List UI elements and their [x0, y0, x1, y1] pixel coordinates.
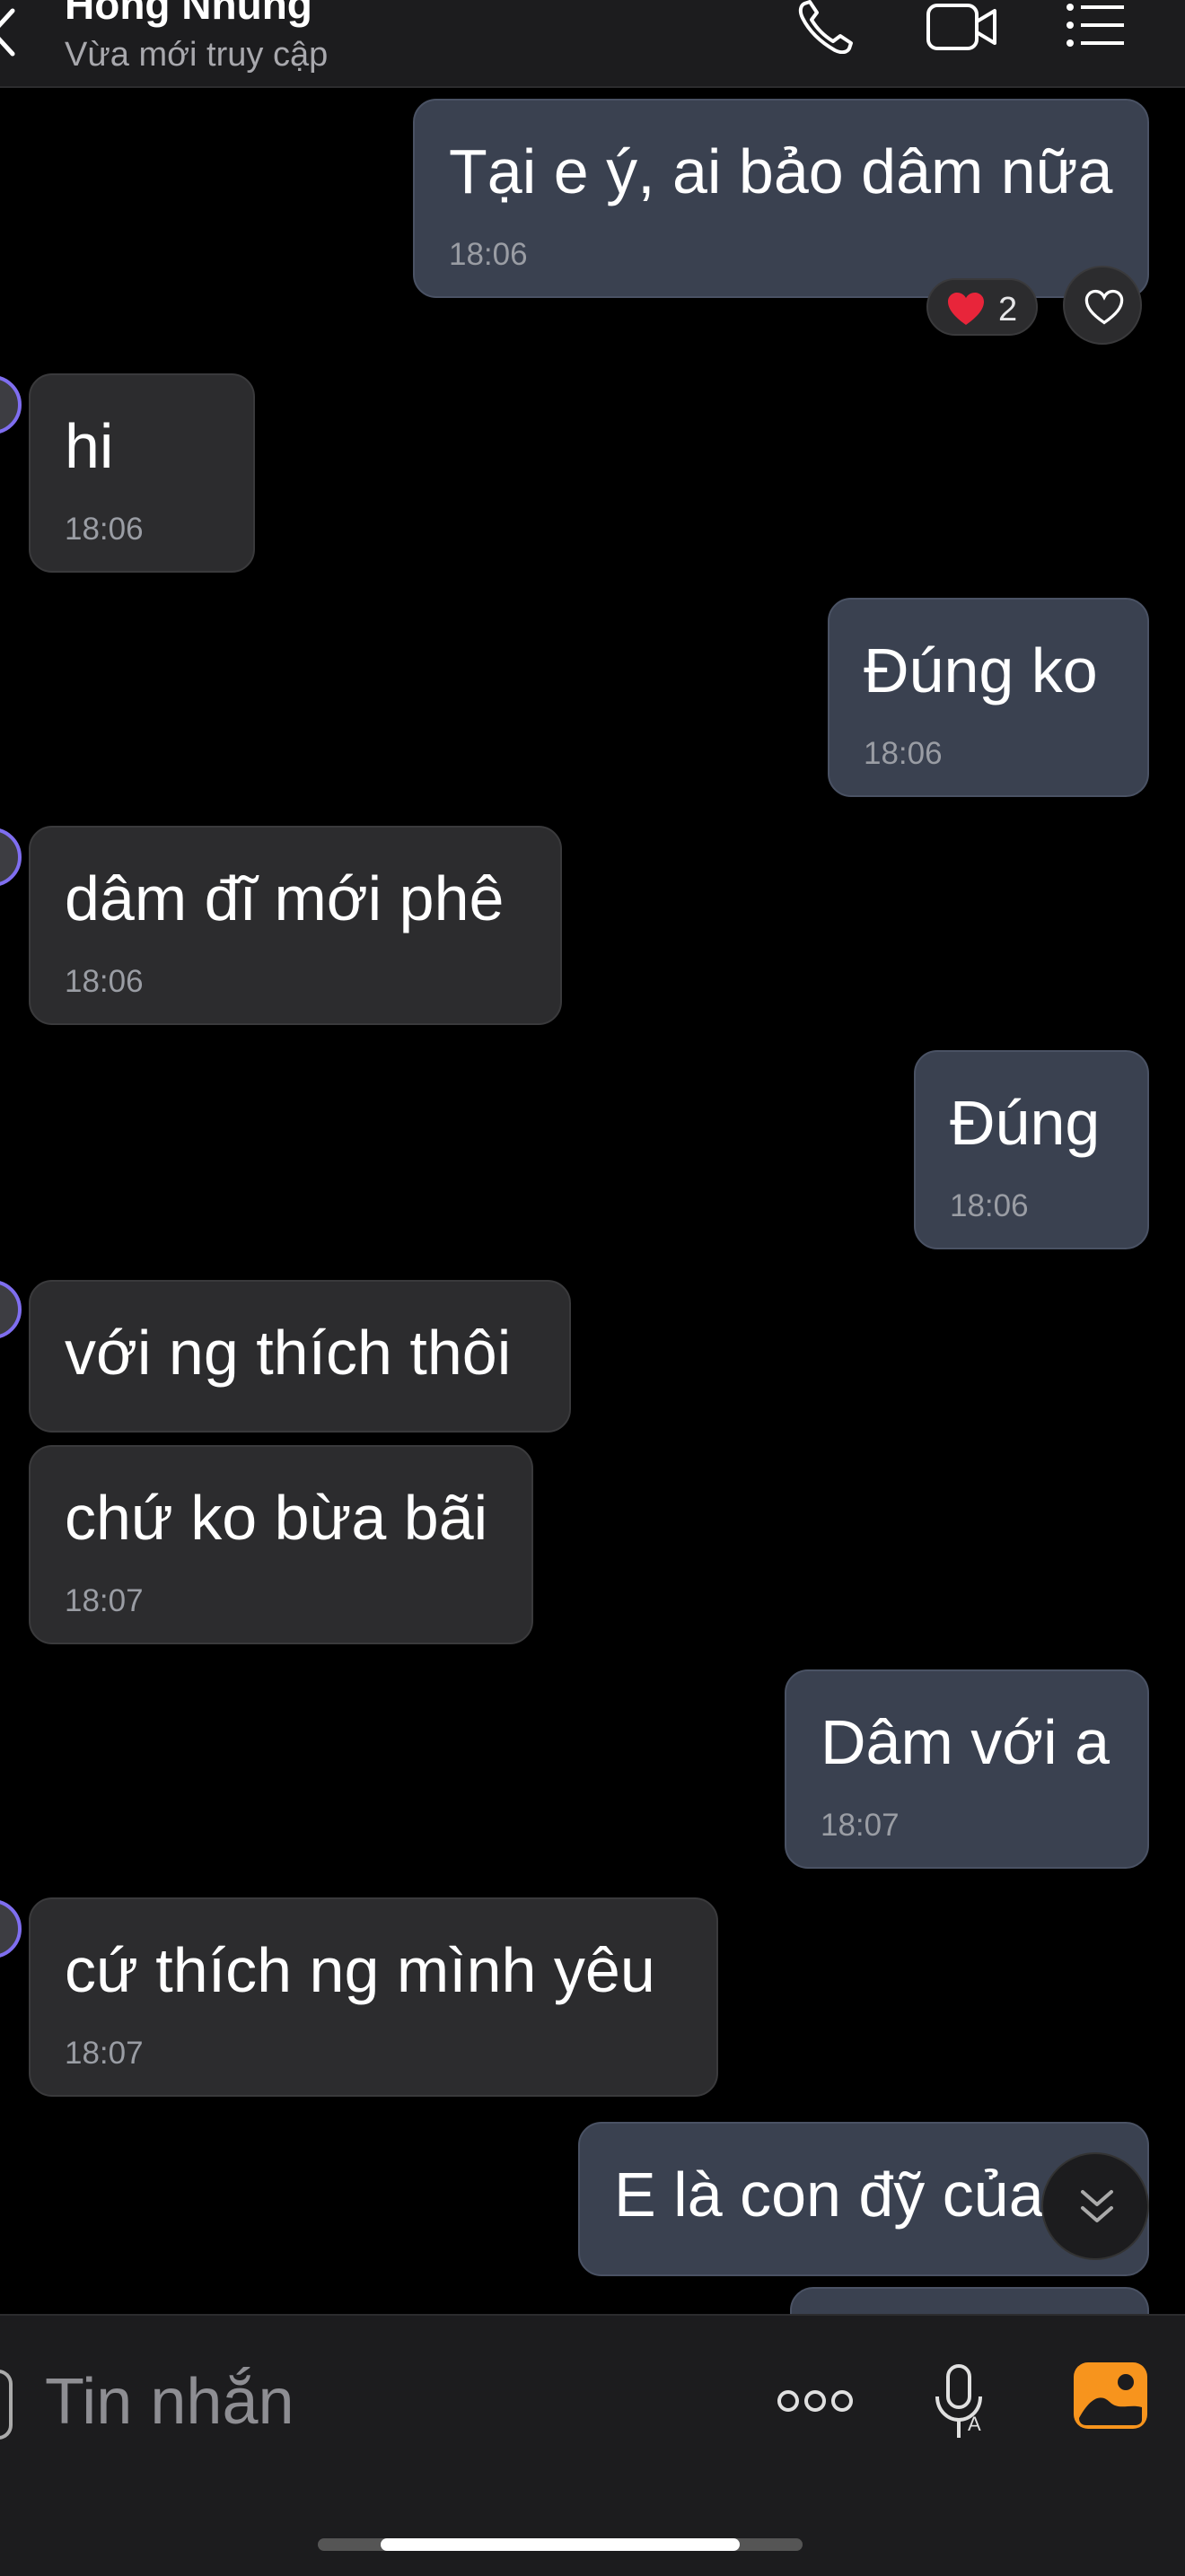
- message-bubble-outgoing[interactable]: Đúng 18:06: [914, 1050, 1149, 1249]
- message-bubble-outgoing[interactable]: Tại e ý, ai bảo dâm nữa 18:06: [413, 99, 1149, 298]
- message-text: Tại e ý, ai bảo dâm nữa: [449, 136, 1113, 206]
- message-input[interactable]: [43, 2352, 729, 2452]
- message-bubble-incoming[interactable]: chứ ko bừa bãi 18:07: [29, 1445, 533, 1644]
- message-bubble-incoming[interactable]: dâm đĩ mới phê 18:06: [29, 826, 562, 1025]
- message-text: chứ ko bừa bãi: [65, 1483, 488, 1553]
- avatar[interactable]: [0, 828, 22, 887]
- contact-status: Vừa mới truy cập: [65, 36, 329, 74]
- menu-list-icon[interactable]: [1065, 0, 1128, 54]
- message-text: E là con đỹ của: [614, 2160, 1044, 2230]
- message-text: Đúng ko: [864, 635, 1098, 705]
- mic-icon[interactable]: A: [932, 2362, 986, 2443]
- avatar[interactable]: [0, 1280, 22, 1339]
- reaction-count: 2: [998, 291, 1018, 329]
- avatar[interactable]: [0, 1899, 22, 1958]
- image-icon[interactable]: [1074, 2362, 1147, 2429]
- reaction-badge[interactable]: 2: [926, 278, 1038, 336]
- home-indicator-bar: [381, 2538, 740, 2551]
- message-bubble-outgoing[interactable]: Đúng ko 18:06: [828, 598, 1149, 797]
- message-time: 18:06: [449, 237, 528, 272]
- heart-outline-icon: [1084, 289, 1124, 325]
- scroll-to-bottom-button[interactable]: [1041, 2152, 1149, 2260]
- heart-icon: [948, 293, 984, 325]
- message-bubble-outgoing[interactable]: Dâm với a 18:07: [785, 1669, 1149, 1869]
- add-reaction-button[interactable]: [1063, 266, 1142, 345]
- message-time: 18:07: [821, 1808, 900, 1843]
- message-time: 18:06: [65, 964, 144, 999]
- message-bubble-incoming[interactable]: cứ thích ng mình yêu 18:07: [29, 1897, 718, 2097]
- message-composer: A: [0, 2314, 1185, 2576]
- sticker-icon[interactable]: [0, 2370, 13, 2440]
- message-time: 18:06: [864, 736, 943, 771]
- message-text: cứ thích ng mình yêu: [65, 1935, 655, 2005]
- video-call-icon[interactable]: [925, 0, 1000, 54]
- avatar[interactable]: [0, 375, 22, 434]
- contact-name[interactable]: Hồng Nhung: [65, 0, 312, 29]
- message-text: hi: [65, 411, 114, 481]
- svg-text:A: A: [968, 2413, 981, 2435]
- message-bubble-incoming[interactable]: hi 18:06: [29, 373, 255, 573]
- message-text: Đúng: [950, 1088, 1101, 1158]
- more-dots-icon[interactable]: [776, 2361, 855, 2441]
- phone-icon[interactable]: [794, 0, 856, 54]
- chevron-double-down-icon: [1081, 2190, 1113, 2222]
- message-time: 18:06: [950, 1188, 1029, 1223]
- message-bubble-incoming[interactable]: với ng thích thôi: [29, 1280, 571, 1433]
- chat-header: Hồng Nhung Vừa mới truy cập: [0, 0, 1185, 88]
- message-time: 18:07: [65, 2036, 144, 2071]
- message-text: Dâm với a: [821, 1707, 1110, 1777]
- back-icon[interactable]: [0, 5, 18, 59]
- message-text: với ng thích thôi: [65, 1318, 512, 1388]
- message-time: 18:07: [65, 1583, 144, 1618]
- home-indicator[interactable]: [318, 2538, 803, 2551]
- message-time: 18:06: [65, 512, 144, 547]
- message-text: dâm đĩ mới phê: [65, 863, 505, 933]
